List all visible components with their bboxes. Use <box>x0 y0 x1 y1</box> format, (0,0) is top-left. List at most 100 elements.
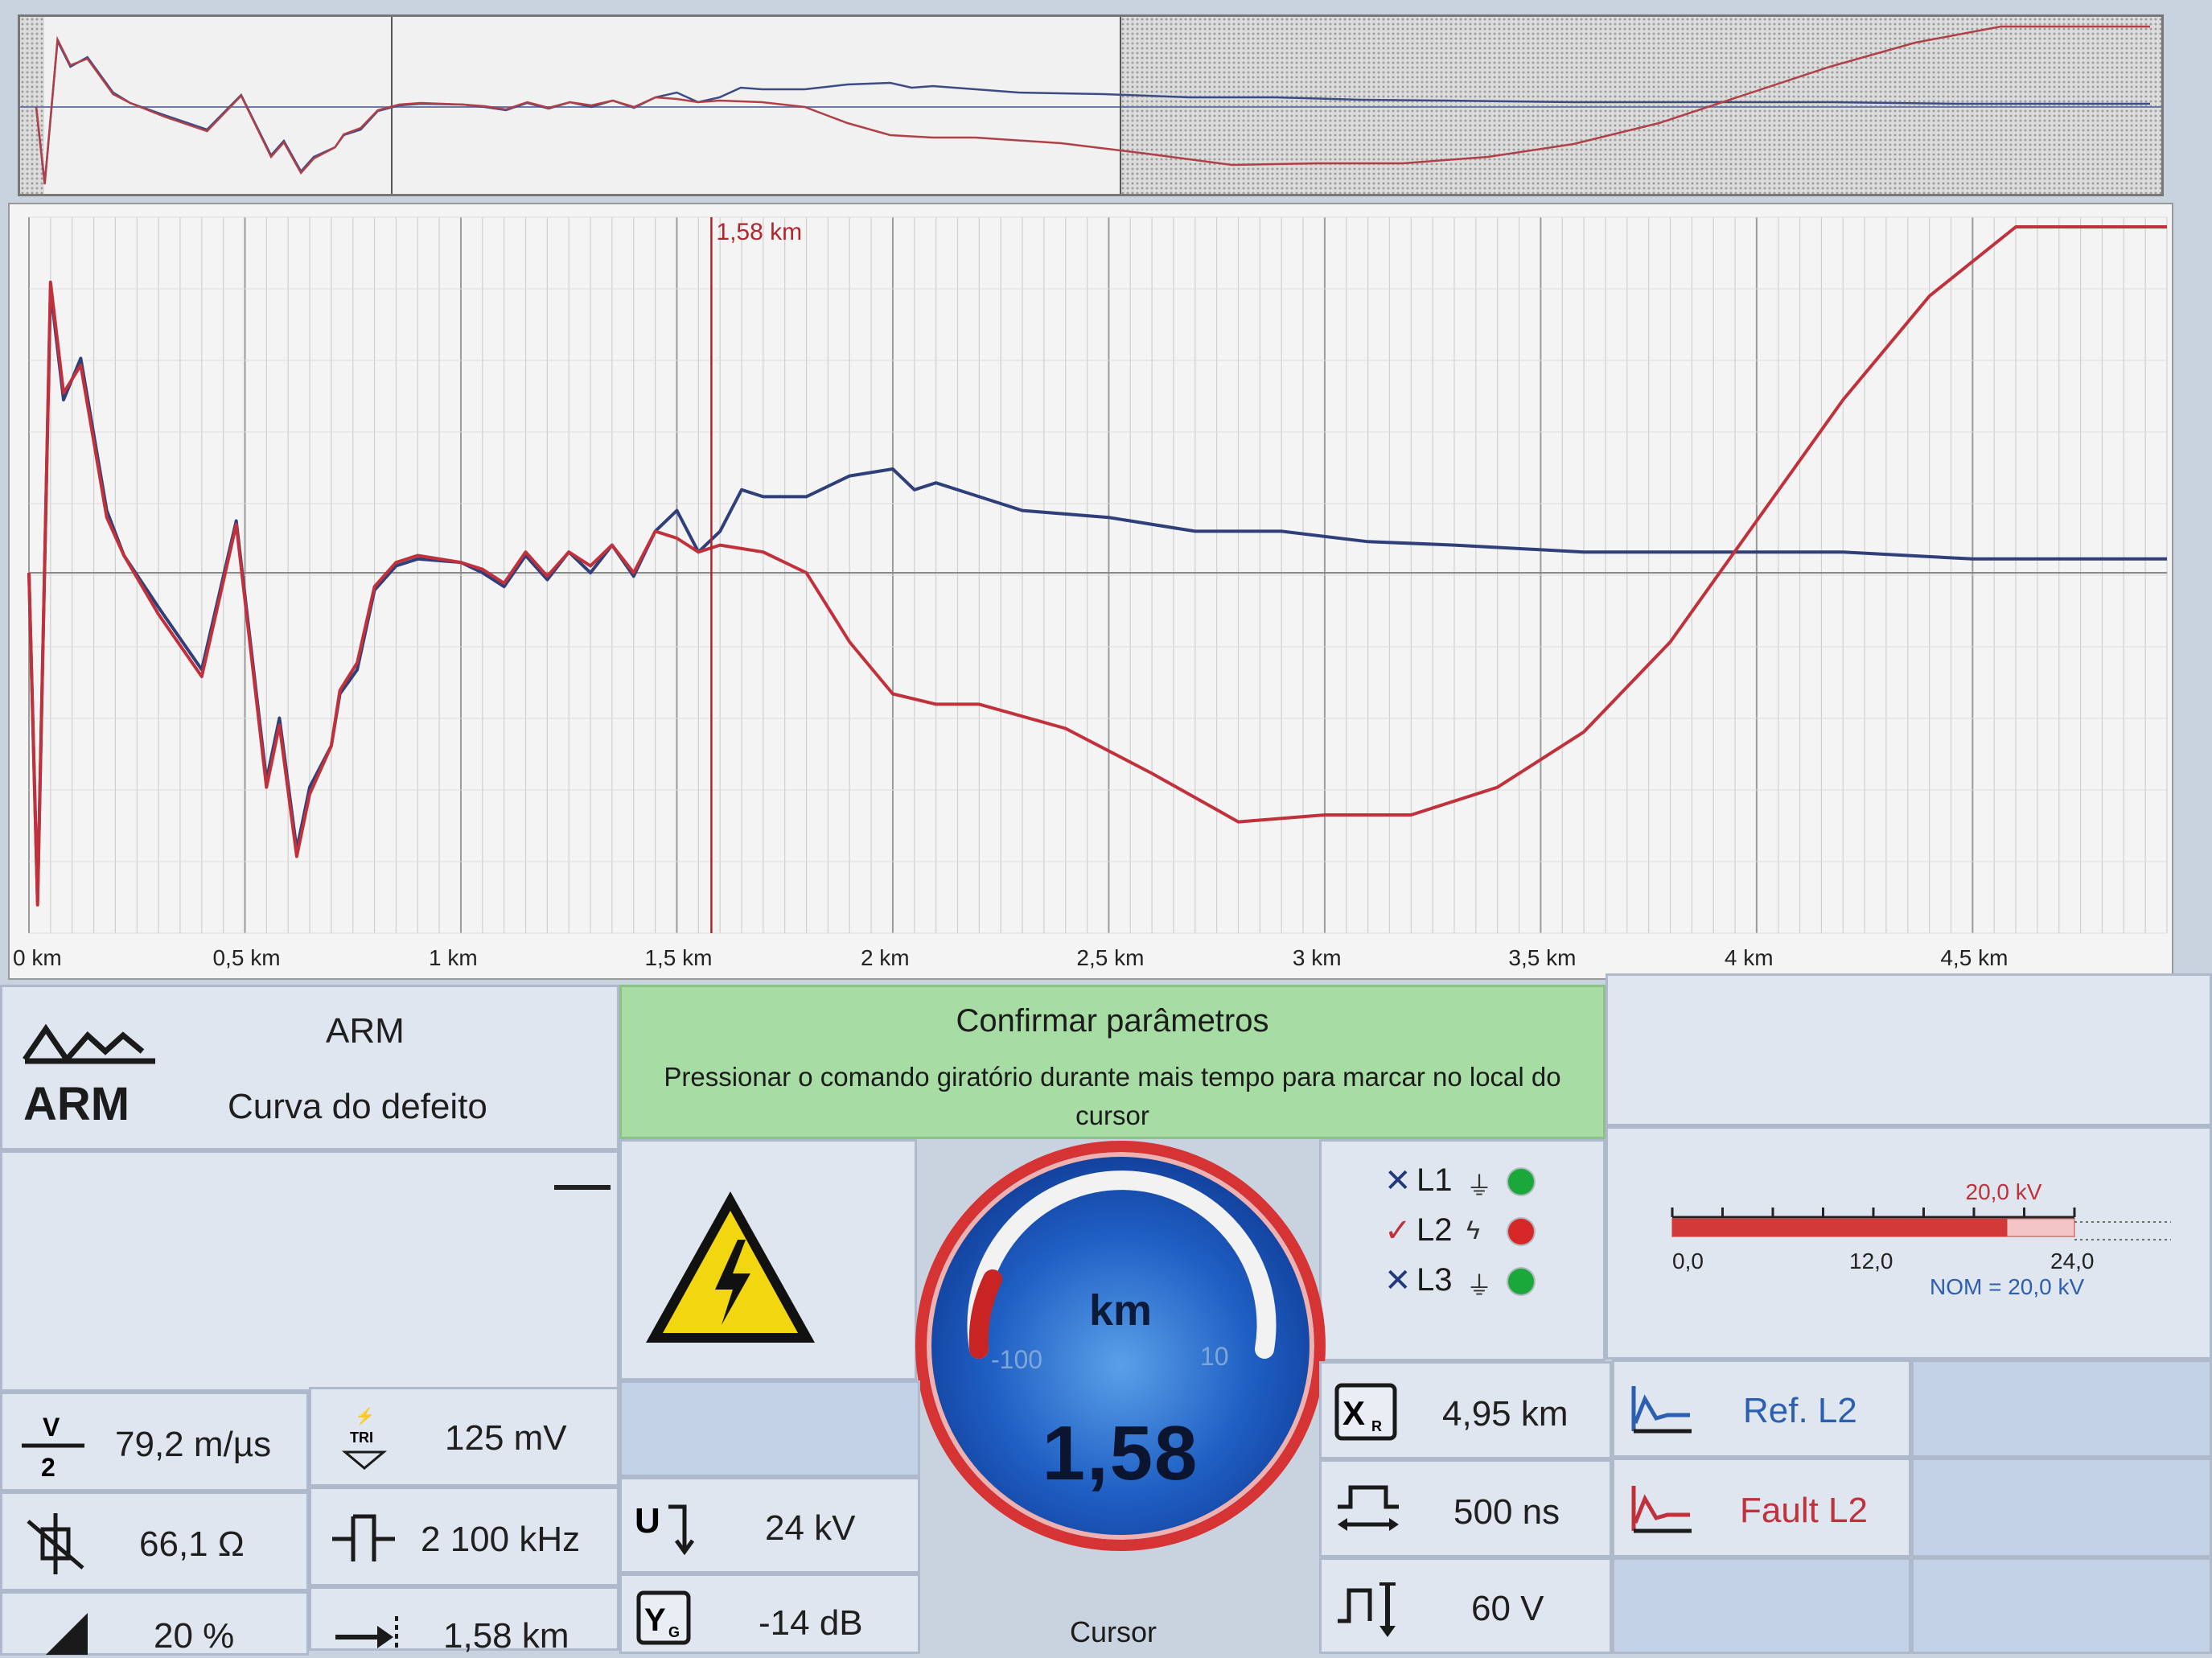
x-tick-label: 1 km <box>429 945 478 970</box>
gauge-value: 1,58 <box>1042 1410 1199 1496</box>
voltage-step-icon: U <box>635 1501 695 1556</box>
phase-status-led <box>1508 1219 1534 1245</box>
empty-cell-centre <box>619 1380 920 1477</box>
gain-yg-icon: Y G <box>636 1590 691 1645</box>
phase-row-l3[interactable]: ✕ L3 ⏚ <box>1384 1257 1577 1302</box>
x-tick-label: 3,5 km <box>1508 945 1576 970</box>
voltage-nominal-label: NOM = 20,0 kV <box>1930 1274 2085 1299</box>
empty-cell-right-4 <box>1911 1557 2212 1654</box>
voltage-bar-fill <box>1672 1219 2008 1236</box>
trigger-cell[interactable]: ⚡ TRI 125 mV <box>309 1387 619 1487</box>
xr-value: 4,95 km <box>1442 1394 1569 1434</box>
x-tick-label: 3 km <box>1293 945 1342 970</box>
svg-text:2: 2 <box>41 1453 56 1481</box>
phase-label: L3 <box>1416 1262 1453 1298</box>
empty-cell-right-1 <box>1911 1360 2212 1458</box>
voltage-value: 24 kV <box>765 1508 856 1548</box>
pulse-width-cell[interactable]: 500 ns <box>1319 1459 1612 1557</box>
voltage-max-label: 24,0 <box>2050 1249 2095 1273</box>
fault-trace-button[interactable]: Fault L2 <box>1612 1458 1911 1557</box>
reflectogram-chart[interactable]: 1,58 km 0 km 0,5 km 1 km 1,5 km 2 km 2,5 km 3 … <box>8 203 2173 980</box>
reference-trace-line <box>27 287 2167 903</box>
distance-value: 1,58 km <box>443 1616 569 1656</box>
voltage-mid-label: 12,0 <box>1849 1249 1893 1273</box>
ground-symbol-icon: ⏚ <box>1466 1171 1493 1200</box>
phase-label: L1 <box>1416 1162 1453 1198</box>
empty-cell-right-3 <box>1612 1557 1911 1654</box>
pulse-voltage-cell[interactable]: 60 V <box>1319 1557 1612 1654</box>
fault-trace-line <box>27 225 2167 907</box>
svg-text:TRI: TRI <box>350 1430 373 1446</box>
svg-text:X: X <box>1342 1394 1365 1432</box>
percent-cell[interactable]: 20 % <box>0 1591 309 1656</box>
velocity-cell[interactable]: V 2 79,2 m/µs <box>0 1392 309 1491</box>
message-title: Confirmar parâmetros <box>956 1003 1269 1039</box>
voltage-bar-panel: 20,0 kV 0,0 12,0 24,0 NOM = 20,0 kV <box>1606 1126 2212 1360</box>
x-tick-label: 4 km <box>1725 945 1774 970</box>
voltage-cell[interactable]: U 24 kV <box>619 1477 920 1574</box>
phase-status-led <box>1508 1169 1534 1195</box>
velocity-value: 79,2 m/µs <box>115 1425 272 1464</box>
gain-cell[interactable]: Y G -14 dB <box>619 1574 920 1654</box>
curve-label: Curva do defeito <box>228 1087 487 1126</box>
voltage-min-label: 0,0 <box>1672 1249 1704 1273</box>
arm-logo-text: ARM <box>23 1078 130 1130</box>
ref-trace-icon <box>1631 1386 1692 1434</box>
phase-mark-icon: ✓ <box>1384 1213 1412 1249</box>
xr-marker-icon: X R <box>1334 1383 1397 1441</box>
x-tick-label: 1,5 km <box>644 945 712 970</box>
x-tick-label: 0 km <box>13 945 62 970</box>
fault-trace-label: Fault L2 <box>1740 1491 1868 1530</box>
x-tick-label: 4,5 km <box>1940 945 2008 970</box>
phase-status-panel[interactable]: ✕ L1 ⏚ ✓ L2 ϟ ✕ L3 ⏚ <box>1319 1139 1606 1361</box>
pulse-voltage-icon <box>1338 1582 1396 1637</box>
gauge-scale-right: 10 <box>1200 1342 1229 1371</box>
phase-label: L2 <box>1416 1212 1453 1248</box>
high-voltage-warning-icon <box>646 1191 815 1343</box>
overview-trace[interactable] <box>18 14 2164 196</box>
gain-ramp-icon <box>46 1613 88 1655</box>
overview-reference-line <box>35 37 2150 184</box>
x-tick-label: 2 km <box>861 945 910 970</box>
xr-cell[interactable]: X R 4,95 km <box>1319 1361 1612 1459</box>
phase-mark-icon: ✕ <box>1384 1163 1412 1199</box>
ground-symbol-icon: ⏚ <box>1466 1271 1493 1300</box>
svg-text:U: U <box>635 1501 660 1541</box>
phase-row-l2[interactable]: ✓ L2 ϟ <box>1384 1208 1577 1253</box>
trigger-value: 125 mV <box>445 1418 567 1458</box>
phase-mark-icon: ✕ <box>1384 1263 1412 1298</box>
distance-arrow-icon <box>335 1616 398 1652</box>
reflectogram-plot: 1,58 km 0 km 0,5 km 1 km 1,5 km 2 km 2,5 km 3 … <box>13 216 2168 970</box>
cursor-gauge[interactable]: km -100 10 1,58 <box>915 1141 1326 1551</box>
x-tick-label: 0,5 km <box>212 945 280 970</box>
empty-panel-top-right <box>1606 973 2212 1126</box>
frequency-cell[interactable]: 2 100 kHz <box>309 1487 619 1586</box>
arm-mode-label: ARM <box>326 1011 405 1051</box>
voltage-level-bar: 20,0 kV 0,0 12,0 24,0NOM = 20,0 kV <box>1671 1179 2171 1299</box>
svg-text:V: V <box>43 1413 60 1442</box>
cursor-label: 1,58 km <box>716 219 802 245</box>
empty-cell-right-2 <box>1911 1458 2212 1557</box>
percent-value: 20 % <box>154 1616 235 1656</box>
arm-waveform-icon <box>23 1023 155 1064</box>
phase-row-l1[interactable]: ✕ L1 ⏚ <box>1384 1158 1577 1203</box>
half-velocity-icon: V 2 <box>22 1413 84 1481</box>
arm-mode-panel[interactable]: ARM ARM Curva do defeito <box>0 985 619 1150</box>
message-body: Pressionar o comando giratório durante m… <box>664 1062 1561 1130</box>
collapse-dash-icon[interactable] <box>554 1185 611 1190</box>
distance-cell[interactable]: 1,58 km <box>309 1586 619 1656</box>
fault-symbol-icon: ϟ <box>1466 1216 1480 1245</box>
overview-plot <box>20 17 2161 194</box>
svg-text:R: R <box>1371 1418 1382 1434</box>
fault-trace-icon <box>1631 1486 1692 1533</box>
ref-trace-button[interactable]: Ref. L2 <box>1612 1360 1911 1458</box>
svg-text:Y: Y <box>644 1602 666 1638</box>
gauge-scale-left: -100 <box>991 1345 1043 1374</box>
pulse-width-icon <box>1338 1485 1399 1531</box>
impedance-icon <box>27 1513 84 1574</box>
impedance-value: 66,1 Ω <box>139 1524 245 1564</box>
impedance-cell[interactable]: 66,1 Ω <box>0 1491 309 1591</box>
gain-value: -14 dB <box>759 1603 863 1643</box>
phase-status-led <box>1508 1269 1534 1294</box>
trace-options-panel[interactable] <box>0 1150 619 1392</box>
